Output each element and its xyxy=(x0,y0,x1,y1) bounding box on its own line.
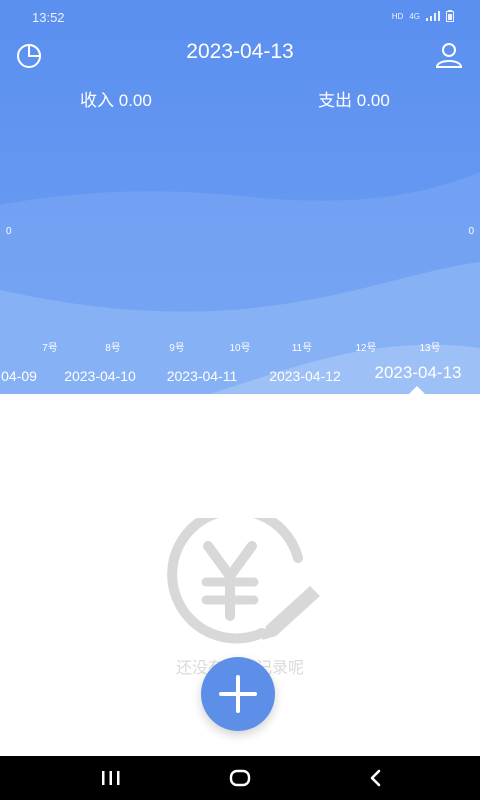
status-time: 13:52 xyxy=(32,10,65,25)
day-label: 10号 xyxy=(229,343,251,354)
day-label: 12号 xyxy=(355,343,377,354)
day-label: 7号 xyxy=(42,343,58,354)
battery-icon xyxy=(446,10,454,22)
income-label: 收入 xyxy=(80,91,114,110)
date-tab[interactable]: 2023-04-10 xyxy=(64,368,136,384)
home-icon[interactable] xyxy=(225,766,255,790)
date-tab[interactable]: 2023-04-12 xyxy=(269,368,341,384)
expense-summary: 支出 0.00 xyxy=(318,86,390,111)
date-tab[interactable]: 04-09 xyxy=(1,368,37,384)
income-summary: 收入 0.00 xyxy=(80,86,152,111)
selected-date-pointer xyxy=(409,386,425,394)
expense-value: 0.00 xyxy=(356,91,390,110)
hd-badge: HD xyxy=(391,11,404,21)
day-label: 9号 xyxy=(169,343,185,354)
page-title[interactable]: 2023-04-13 xyxy=(0,40,480,64)
user-icon[interactable] xyxy=(434,40,464,70)
signal-icon xyxy=(426,11,440,21)
top-bar: 2023-04-13 xyxy=(0,34,480,78)
date-tab-selected[interactable]: 2023-04-13 xyxy=(375,363,462,383)
day-label: 8号 xyxy=(105,343,121,354)
expense-label: 支出 xyxy=(318,91,352,110)
axis-left-value: 0 xyxy=(6,226,12,237)
add-record-button[interactable] xyxy=(201,657,275,731)
header-panel: 13:52 HD 4G 2023-04-13 收入 0.00 支出 0.00 0… xyxy=(0,0,480,394)
back-icon[interactable] xyxy=(360,766,390,790)
yen-pencil-icon xyxy=(167,518,320,644)
income-value: 0.00 xyxy=(118,91,152,110)
plus-icon xyxy=(219,675,257,713)
status-bar: 13:52 HD 4G xyxy=(0,0,480,34)
system-nav-bar xyxy=(0,756,480,800)
day-label: 11号 xyxy=(291,343,313,354)
day-label: 13号 xyxy=(419,343,441,354)
axis-right-value: 0 xyxy=(468,226,474,237)
date-tab[interactable]: 2023-04-11 xyxy=(167,368,238,384)
recent-apps-icon[interactable] xyxy=(96,766,126,790)
status-indicators: HD 4G xyxy=(392,10,454,22)
network-label: 4G xyxy=(409,11,420,21)
